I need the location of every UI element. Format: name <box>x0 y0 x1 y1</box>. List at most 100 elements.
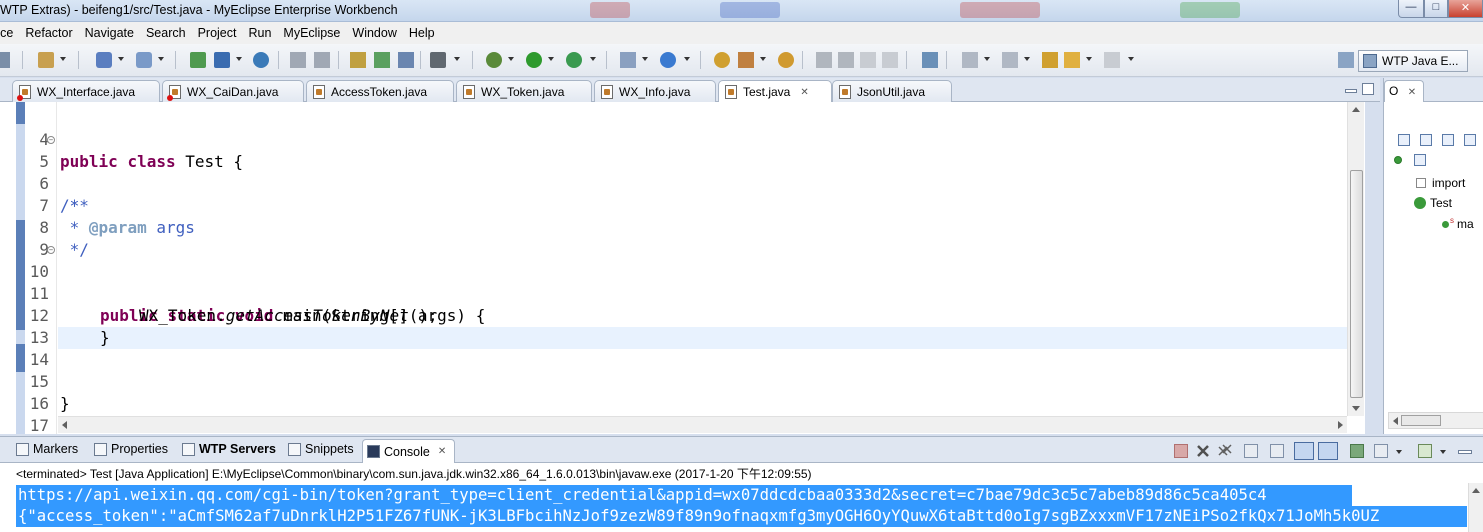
run-icon[interactable] <box>526 52 542 68</box>
display-selected-console-icon[interactable] <box>1374 444 1388 458</box>
outline-item-imports[interactable]: import <box>1416 176 1465 190</box>
menu-source[interactable]: rce <box>0 26 13 40</box>
tab-wx-interface[interactable]: WX_Interface.java <box>12 80 160 102</box>
debug-bug-icon[interactable] <box>486 52 502 68</box>
tab-wx-info[interactable]: WX_Info.java <box>594 80 716 102</box>
console-vertical-scrollbar[interactable] <box>1468 483 1483 532</box>
hide-fields-icon[interactable] <box>1442 134 1454 146</box>
tab-wtp-servers[interactable]: WTP Servers <box>182 442 276 456</box>
new-java-project-icon[interactable] <box>96 52 112 68</box>
close-window-button[interactable]: ✕ <box>1448 0 1483 18</box>
save-icon[interactable] <box>0 52 10 68</box>
chevron-down-icon[interactable] <box>1086 57 1092 61</box>
sort-icon[interactable] <box>1420 134 1432 146</box>
block-selection-icon[interactable] <box>860 52 876 68</box>
chevron-down-icon[interactable] <box>1128 57 1134 61</box>
remove-all-launches-icon[interactable] <box>1218 444 1232 458</box>
new-package-icon[interactable] <box>136 52 152 68</box>
open-folder-icon[interactable] <box>714 52 730 68</box>
hide-local-types-icon[interactable] <box>1414 154 1426 166</box>
open-perspective-icon[interactable] <box>1338 52 1354 68</box>
chevron-down-icon[interactable] <box>684 57 690 61</box>
console-output-line[interactable]: https://api.weixin.qq.com/cgi-bin/token?… <box>16 485 1352 506</box>
previous-annotation-icon[interactable] <box>1002 52 1018 68</box>
minimize-editor-icon[interactable] <box>1345 89 1357 93</box>
outline-item-method[interactable]: s ma <box>1442 216 1474 231</box>
new-wizard-icon[interactable] <box>38 52 54 68</box>
menu-window[interactable]: Window <box>352 26 396 40</box>
tab-markers[interactable]: Markers <box>16 442 78 456</box>
menu-project[interactable]: Project <box>198 26 237 40</box>
show-on-stderr-icon[interactable] <box>1318 442 1338 460</box>
scroll-down-icon[interactable] <box>1352 406 1360 411</box>
pin-console-icon[interactable] <box>1350 444 1364 458</box>
chevron-down-icon[interactable] <box>508 57 514 61</box>
scrollbar-thumb[interactable] <box>1350 170 1363 398</box>
chevron-down-icon[interactable] <box>1396 450 1402 454</box>
collapse-all-icon[interactable] <box>1398 134 1410 146</box>
tab-properties[interactable]: Properties <box>94 442 168 456</box>
close-tab-icon[interactable]: ✕ <box>438 446 446 457</box>
chevron-down-icon[interactable] <box>60 57 66 61</box>
next-annotation-icon[interactable] <box>962 52 978 68</box>
chevron-down-icon[interactable] <box>984 57 990 61</box>
server-icon[interactable] <box>214 52 230 68</box>
external-tools-icon[interactable] <box>566 52 582 68</box>
chevron-down-icon[interactable] <box>1440 450 1446 454</box>
scroll-lock-icon[interactable] <box>1270 444 1284 458</box>
terminate-icon[interactable] <box>1174 444 1188 458</box>
tab-snippets[interactable]: Snippets <box>288 442 354 456</box>
report-icon[interactable] <box>374 52 390 68</box>
hide-static-icon[interactable] <box>1464 134 1476 146</box>
menu-run[interactable]: Run <box>248 26 271 40</box>
chevron-down-icon[interactable] <box>118 57 124 61</box>
fold-toggle-icon[interactable]: − <box>47 136 55 144</box>
editor-horizontal-scrollbar[interactable] <box>58 416 1347 433</box>
scrollbar-thumb[interactable] <box>1401 415 1441 426</box>
scroll-left-icon[interactable] <box>62 421 67 429</box>
open-type-icon[interactable] <box>290 52 306 68</box>
whitespace-icon[interactable] <box>882 52 898 68</box>
new-interface-icon[interactable] <box>660 52 676 68</box>
outline-item-class[interactable]: Test <box>1414 196 1452 210</box>
perspective-switcher[interactable]: WTP Java E... <box>1358 50 1468 72</box>
scroll-right-icon[interactable] <box>1338 421 1343 429</box>
database-icon[interactable] <box>350 52 366 68</box>
close-tab-icon[interactable]: ✕ <box>800 87 808 98</box>
scroll-up-icon[interactable] <box>1352 107 1360 112</box>
show-on-stdout-icon[interactable] <box>1294 442 1314 460</box>
browser-globe-icon[interactable] <box>253 52 269 68</box>
maximize-editor-icon[interactable] <box>1362 83 1374 95</box>
tab-outline[interactable]: O ✕ <box>1384 80 1424 102</box>
chevron-down-icon[interactable] <box>760 57 766 61</box>
tab-access-token[interactable]: AccessToken.java <box>306 80 454 102</box>
minimize-button[interactable]: — <box>1398 0 1424 18</box>
menu-search[interactable]: Search <box>146 26 186 40</box>
menu-help[interactable]: Help <box>409 26 435 40</box>
tab-wx-token[interactable]: WX_Token.java <box>456 80 592 102</box>
code-editor[interactable]: 4 public class Test { 5 − /** 6 * 7 * @p… <box>0 102 1365 435</box>
chevron-down-icon[interactable] <box>590 57 596 61</box>
tab-json-util[interactable]: JsonUtil.java <box>832 80 952 102</box>
forward-arrow-icon[interactable] <box>1104 52 1120 68</box>
pin-icon[interactable] <box>922 52 938 68</box>
tab-console[interactable]: Console ✕ <box>362 439 456 463</box>
open-resource-icon[interactable] <box>314 52 330 68</box>
remove-launch-icon[interactable] <box>1196 444 1210 458</box>
minimize-panel-icon[interactable] <box>1458 450 1472 454</box>
back-arrow-icon[interactable] <box>1064 52 1080 68</box>
menu-myeclipse[interactable]: MyEclipse <box>283 26 340 40</box>
chevron-down-icon[interactable] <box>642 57 648 61</box>
outline-horizontal-scrollbar[interactable] <box>1388 412 1483 429</box>
toggle-mark-icon[interactable] <box>816 52 832 68</box>
deploy-icon[interactable] <box>190 52 206 68</box>
scroll-left-icon[interactable] <box>1393 417 1398 425</box>
new-class-icon[interactable] <box>620 52 636 68</box>
chevron-down-icon[interactable] <box>548 57 554 61</box>
menu-refactor[interactable]: Refactor <box>25 26 72 40</box>
tab-test-java[interactable]: Test.java ✕ <box>718 80 832 103</box>
chevron-down-icon[interactable] <box>158 57 164 61</box>
maximize-button[interactable]: □ <box>1424 0 1448 18</box>
fold-toggle-icon[interactable]: − <box>47 246 55 254</box>
tab-wx-caidan[interactable]: WX_CaiDan.java <box>162 80 304 102</box>
